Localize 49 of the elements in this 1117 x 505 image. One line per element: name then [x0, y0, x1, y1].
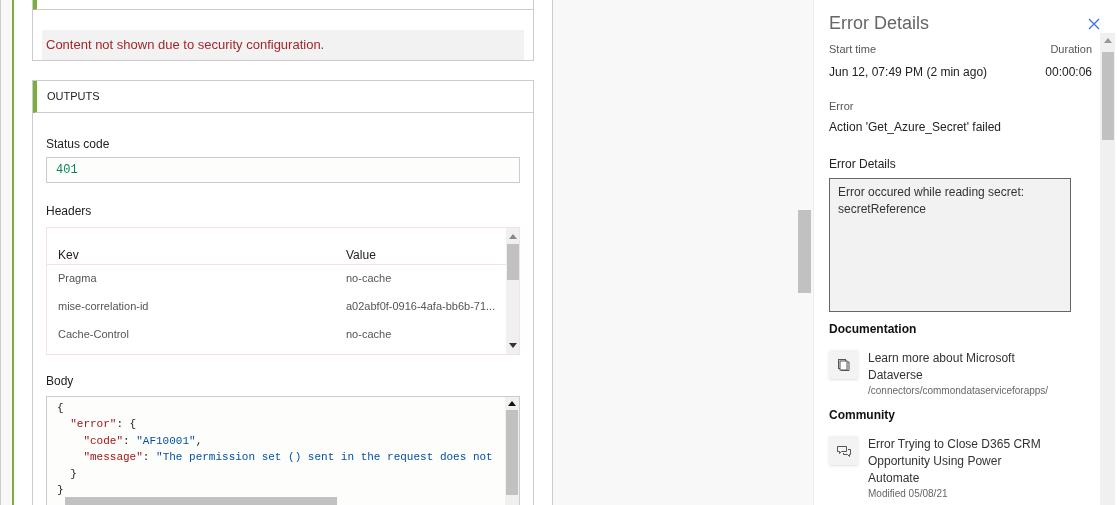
error-details-textarea[interactable]: Error occured while reading secret: secretReference	[829, 178, 1071, 312]
code-line: {	[57, 400, 64, 416]
table-cell-text: Pragma	[58, 271, 98, 287]
scrollbar-thumb[interactable]	[506, 243, 519, 280]
horizontal-scrollbar-thumb[interactable]	[65, 496, 337, 505]
status-code-field[interactable]: 401	[46, 156, 520, 183]
table-cell-text: Cache-Control	[58, 327, 130, 343]
scrollbar[interactable]	[506, 227, 519, 354]
documents-icon	[836, 357, 851, 372]
scrollbar-thumb[interactable]	[798, 210, 811, 293]
panel-title: Error Details	[829, 12, 930, 35]
body-code-editor[interactable]: { "error": { "code": "AF10001", "message": "The permission set () sent in the request does not } }	[46, 395, 520, 505]
error-message: Action 'Get_Azure_Secret' failed	[829, 119, 1002, 136]
duration: 00:00:06	[1045, 63, 1092, 81]
field-label: Headers	[46, 202, 93, 220]
security-message: Content not shown due to security configuration.	[42, 30, 524, 60]
code-line: }	[69, 466, 77, 482]
scrollbar[interactable]	[1100, 33, 1115, 505]
resource-subtitle: Modified 05/08/21	[868, 487, 949, 501]
scroll-down-icon[interactable]	[508, 342, 517, 348]
code-line: "message": "The permission set () sent in the request does not	[82, 450, 493, 465]
field-label: Start time	[829, 42, 877, 57]
table-cell-text: no-cache	[346, 271, 392, 287]
field-label: Body	[46, 372, 75, 390]
section-heading: Community	[829, 407, 896, 424]
scrollbar[interactable]	[505, 396, 519, 505]
field-label: Error	[829, 98, 855, 114]
section-heading: Error Details	[829, 156, 897, 173]
column-header: Value	[346, 246, 376, 264]
code-line: }	[57, 483, 64, 498]
start-time: Jun 12, 07:49 PM (2 min ago)	[829, 63, 988, 81]
code-line: "error": {	[69, 417, 137, 432]
resource-link[interactable]: Learn more about Microsoft Dataverse	[868, 350, 1053, 384]
scrollbar-thumb[interactable]	[506, 409, 518, 495]
resource-subtitle: /connectors/commondataserviceforapps/	[868, 384, 1050, 398]
field-label: Duration	[1050, 42, 1092, 57]
column-header: Kev	[58, 246, 80, 264]
chat-icon	[835, 443, 852, 458]
table-cell-text: no-cache	[346, 327, 392, 343]
scroll-up-icon[interactable]	[508, 400, 516, 406]
resource-link[interactable]: Error Trying to Close D365 CRM Opportunity Using Power Automate	[868, 436, 1053, 487]
table-cell-text: a02abf0f-0916-4afa-bb6b-71...	[346, 299, 496, 315]
section-title: OUTPUTS	[47, 88, 100, 104]
field-label: Status code	[46, 135, 111, 153]
table-cell-text: mise-correlation-id	[58, 299, 150, 315]
scrollbar-thumb[interactable]	[1101, 52, 1114, 140]
close-icon[interactable]	[1088, 18, 1100, 30]
code-line: "code": "AF10001",	[82, 433, 203, 449]
section-heading: Documentation	[829, 321, 918, 338]
